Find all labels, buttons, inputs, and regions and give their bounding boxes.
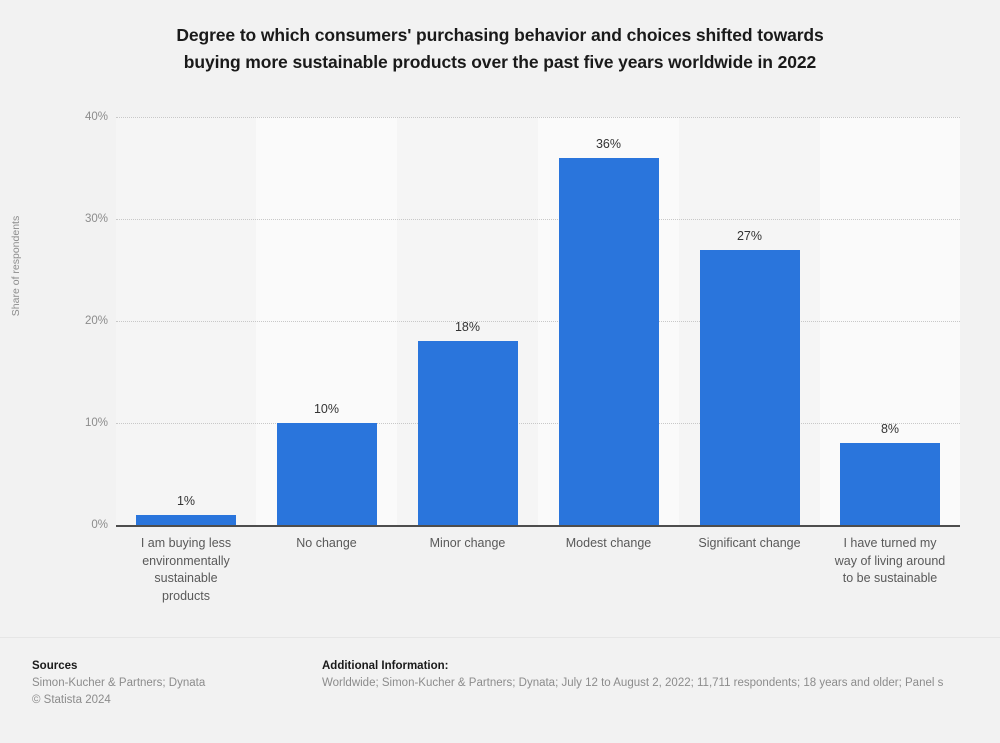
footer: Sources Simon-Kucher & Partners; Dynata …	[0, 645, 1000, 743]
bar-3[interactable]	[417, 341, 518, 525]
x-label-2: No change	[256, 535, 397, 553]
x-label-5: Significant change	[679, 535, 820, 553]
x-label-3: Minor change	[397, 535, 538, 553]
bar-group: 8%	[820, 117, 960, 525]
x-axis-line	[116, 525, 960, 527]
bar-value-5: 27%	[736, 229, 763, 243]
sources-block: Sources Simon-Kucher & Partners; Dynata …	[32, 658, 312, 709]
bar-group: 27%	[679, 117, 820, 525]
bar-group: 18%	[397, 117, 538, 525]
x-label-1-line-1: I am buying less	[140, 536, 232, 550]
bar-value-4: 36%	[595, 137, 622, 151]
x-label-6-line-3: to be sustainable	[842, 571, 938, 585]
y-axis-labels: 40% 30% 20% 10% 0% Share of respondents	[0, 0, 108, 620]
x-label-3-line-1: Minor change	[429, 536, 506, 550]
statista-chart-container: Degree to which consumers' purchasing be…	[0, 0, 1000, 743]
x-label-2-line-1: No change	[296, 536, 357, 550]
bar-value-1: 1%	[176, 494, 196, 508]
x-label-1: I am buying less environmentally sustain…	[116, 535, 256, 605]
sources-text[interactable]: Simon-Kucher & Partners; Dynata	[32, 675, 312, 692]
bar-value-6: 8%	[880, 422, 900, 436]
bar-2[interactable]	[276, 423, 377, 525]
x-label-4-line-1: Modest change	[565, 536, 652, 550]
bar-group: 10%	[256, 117, 397, 525]
x-label-6-line-1: I have turned my	[843, 536, 937, 550]
bar-value-3: 18%	[454, 320, 481, 334]
bar-4[interactable]	[558, 158, 659, 525]
x-axis-labels: I am buying less environmentally sustain…	[116, 535, 960, 615]
footer-divider	[0, 637, 1000, 638]
y-tick-0: 0%	[91, 519, 108, 531]
x-label-4: Modest change	[538, 535, 679, 553]
additional-information-heading: Additional Information:	[322, 660, 449, 672]
bar-group: 36%	[538, 117, 679, 525]
x-label-5-line-1: Significant change	[698, 536, 801, 550]
additional-information-block: Additional Information: Worldwide; Simon…	[322, 658, 1000, 692]
bar-value-2: 10%	[313, 402, 340, 416]
bar-6[interactable]	[840, 443, 940, 525]
bar-1[interactable]	[136, 515, 236, 525]
sources-heading: Sources	[32, 660, 78, 672]
x-label-6: I have turned my way of living around to…	[820, 535, 960, 588]
plot-wrapper: 40% 30% 20% 10% 0% Share of respondents …	[0, 0, 1000, 620]
x-label-1-line-3: sustainable	[154, 571, 218, 585]
additional-information-text: Worldwide; Simon-Kucher & Partners; Dyna…	[322, 677, 944, 689]
x-label-1-line-4: products	[162, 588, 210, 603]
y-axis-title: Share of respondents	[10, 215, 22, 317]
x-label-1-line-2: environmentally	[142, 553, 230, 568]
copyright-text: © Statista 2024	[32, 694, 111, 706]
bars-container: 1% 10% 18% 36% 27% 8%	[116, 117, 960, 525]
bar-group: 1%	[116, 117, 256, 525]
x-label-6-line-2: way of living around	[834, 553, 946, 568]
bar-5[interactable]	[699, 250, 800, 525]
